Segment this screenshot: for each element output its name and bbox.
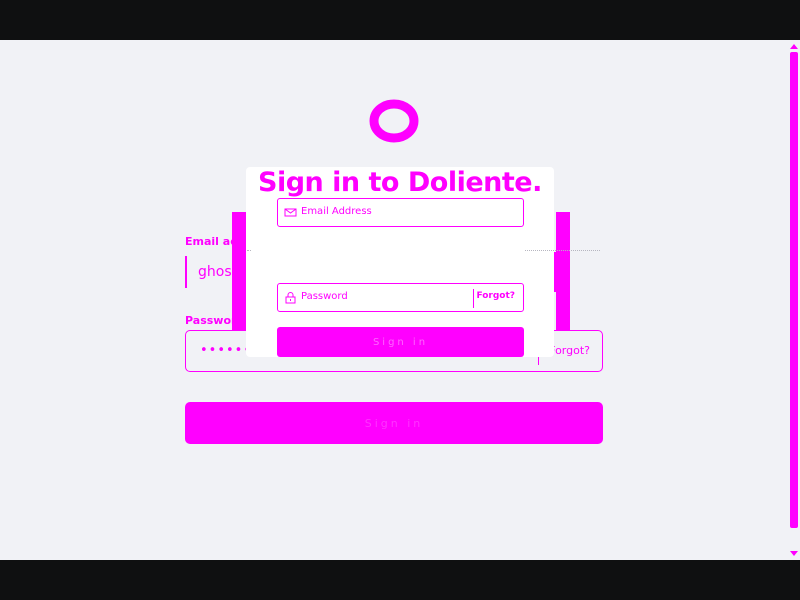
card-sign-in-button[interactable]: Sign in (277, 327, 524, 357)
circle-logo-icon (369, 99, 419, 143)
scroll-thumb[interactable] (790, 52, 798, 528)
scroll-up-arrow[interactable] (790, 44, 798, 49)
card-password-input[interactable]: Password Forgot? (277, 283, 524, 312)
letterbox-top (0, 0, 800, 40)
page-title: Sign in to Doliente. (258, 167, 542, 198)
card-forgot-link[interactable]: Forgot? (476, 291, 515, 301)
sign-in-button[interactable]: Sign in (185, 402, 603, 444)
lock-icon (285, 292, 296, 304)
card-password-divider (473, 289, 474, 308)
letterbox-bottom (0, 560, 800, 600)
divider-left (247, 250, 251, 251)
email-field-edge (185, 256, 187, 288)
forgot-password-link[interactable]: Forgot? (549, 344, 590, 357)
card-email-input[interactable]: Email Address (277, 198, 524, 227)
login-page: Email address ghostauthor@example.com Pa… (0, 40, 800, 560)
mail-icon (284, 208, 297, 217)
divider-right (525, 250, 600, 251)
card-email-placeholder: Email Address (301, 206, 372, 217)
password-label: Password (185, 314, 245, 327)
scroll-down-arrow[interactable] (790, 551, 798, 556)
sign-in-card: Sign in to Doliente. Email Address Passw… (246, 167, 554, 357)
card-password-placeholder: Password (301, 291, 348, 302)
vertical-scrollbar[interactable] (788, 40, 800, 560)
